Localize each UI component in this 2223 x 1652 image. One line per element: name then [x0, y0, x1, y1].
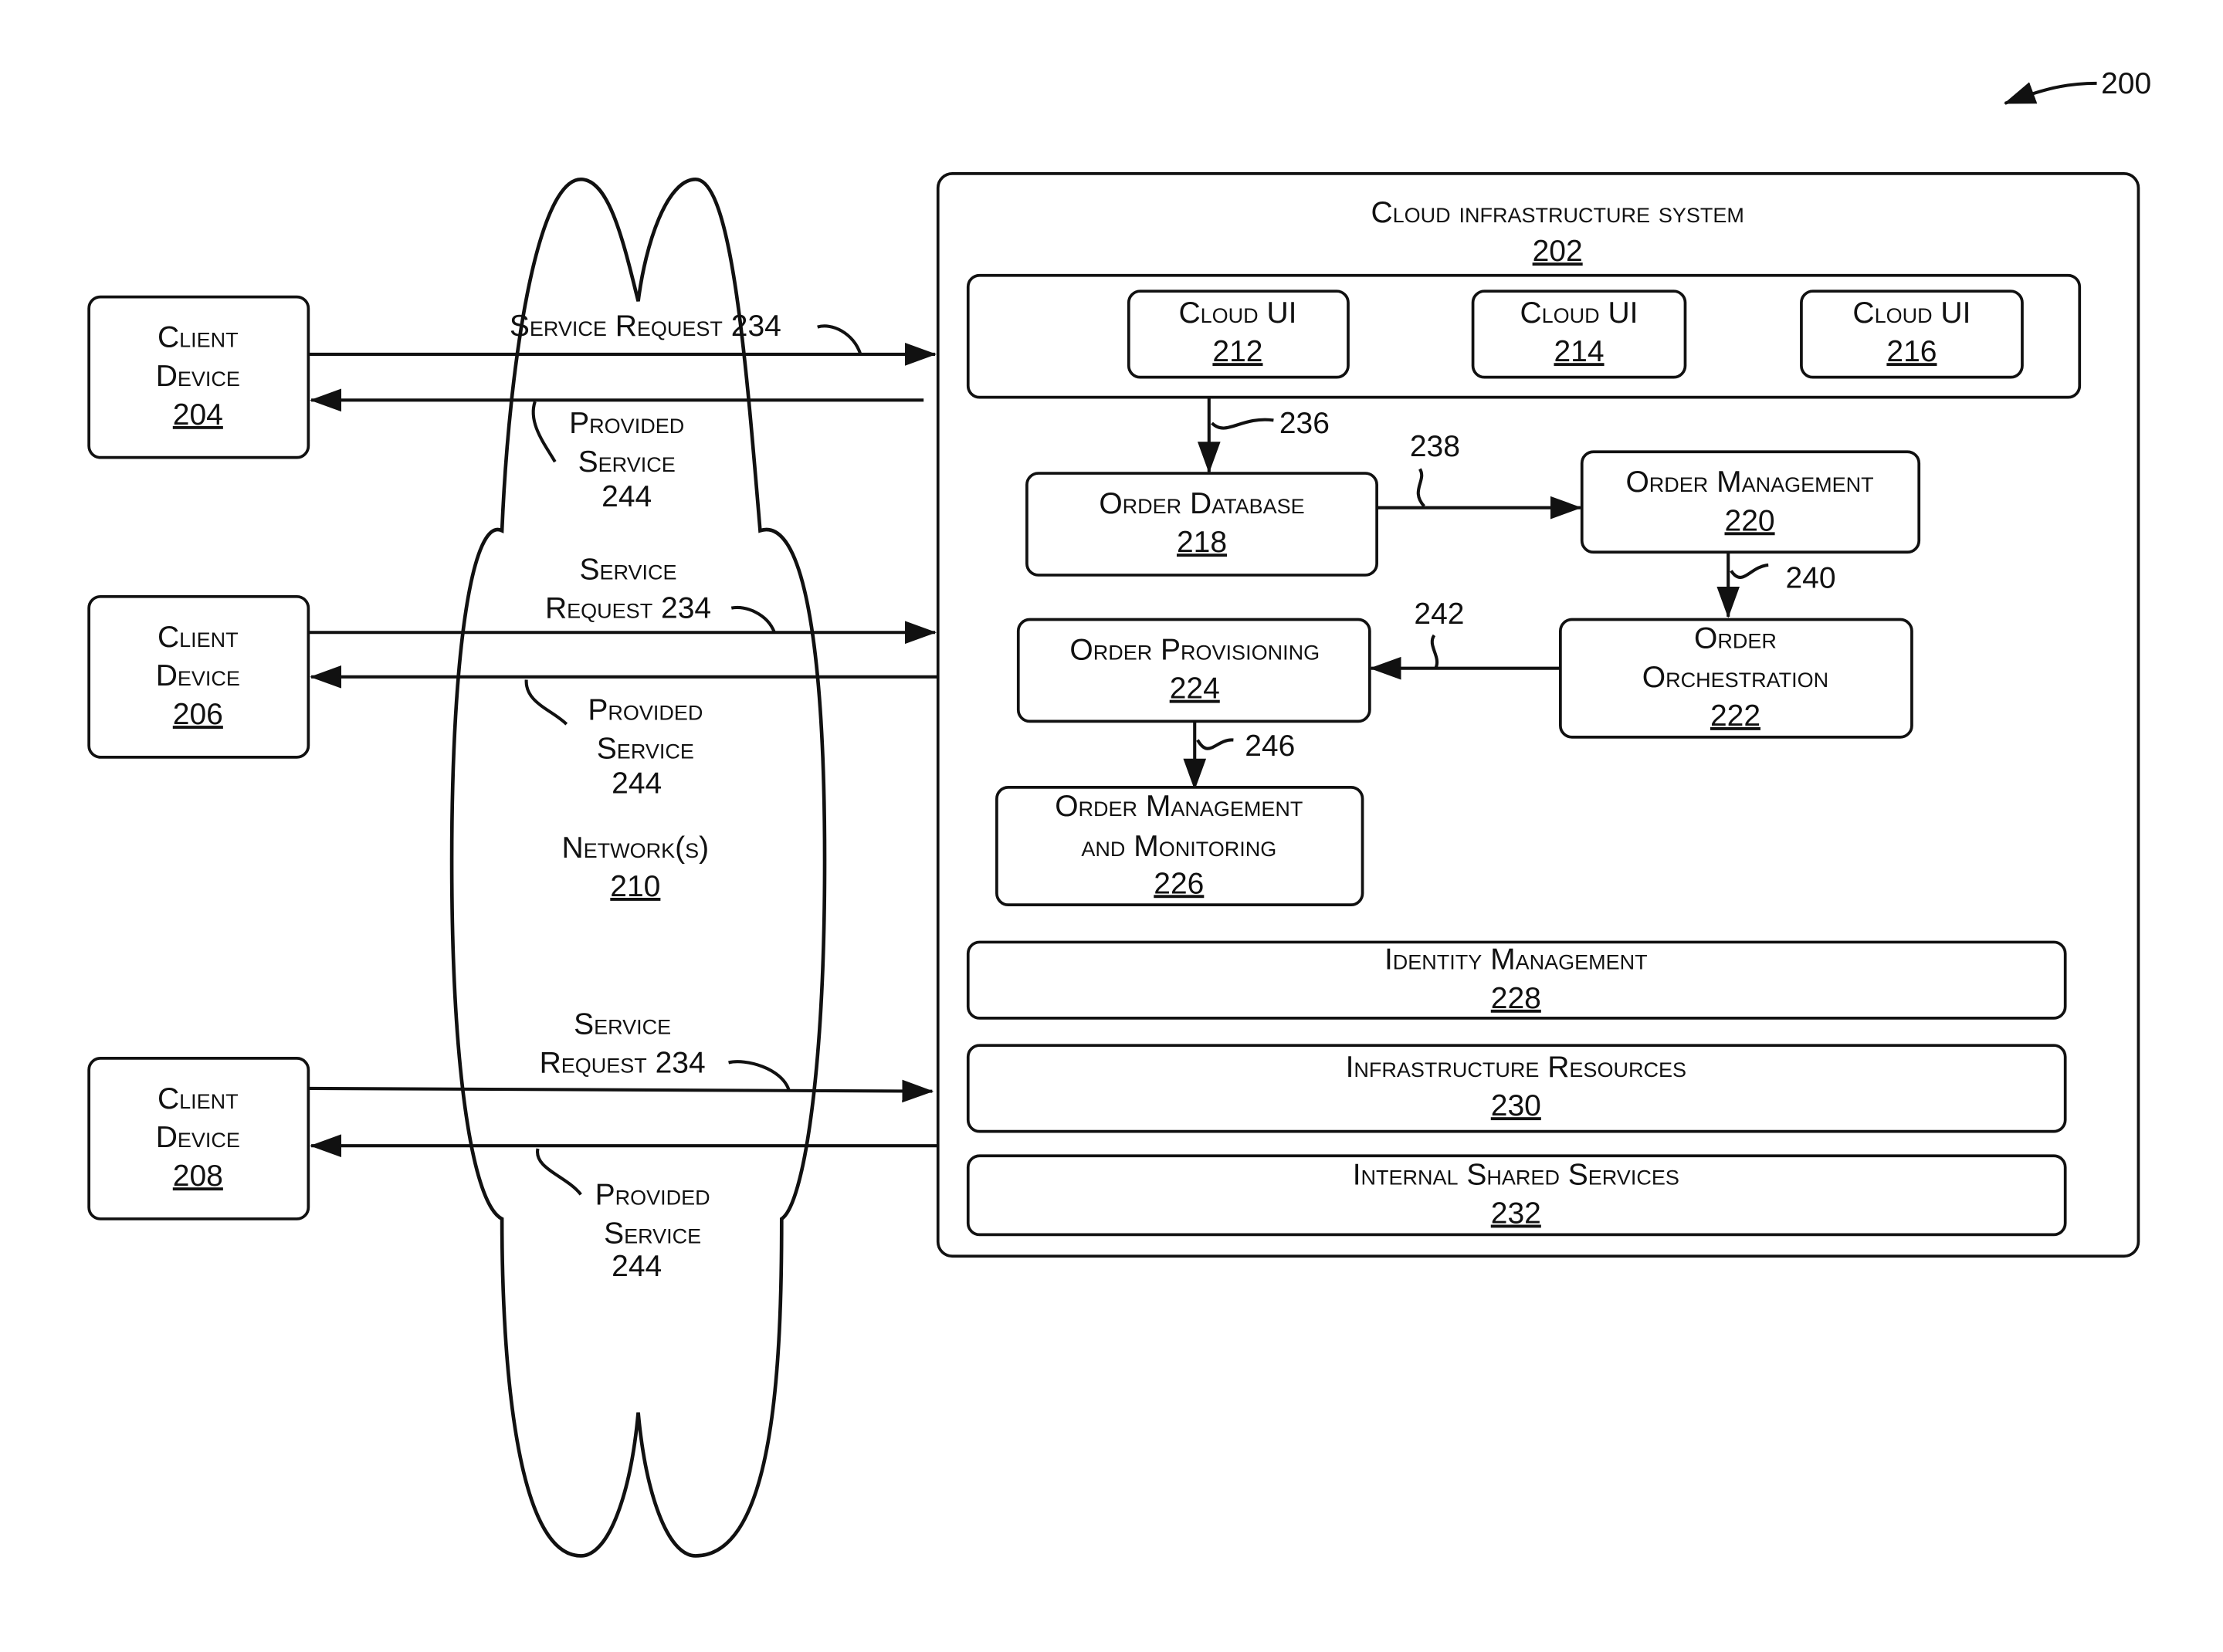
network-cloud: Network(s) 210 [449, 177, 827, 1558]
figure-ref: 200 [2003, 67, 2151, 105]
order-database: Order Database 218 [1025, 472, 1378, 577]
label-text: Service [597, 733, 694, 766]
label-text: Order Management [1625, 465, 1873, 499]
leader-line [728, 1060, 791, 1091]
label-text: 246 [1245, 730, 1295, 763]
flow-208: Service Request 234 Provided Service 244 [308, 1007, 938, 1283]
label-text: 244 [601, 480, 652, 513]
reference-number: 222 [1710, 699, 1760, 733]
order-orchestration: Order Orchestration 222 [1559, 618, 1913, 739]
reference-number: 218 [1177, 526, 1227, 559]
reference-number: 206 [173, 698, 223, 731]
label-text: 238 [1410, 430, 1460, 463]
leader-line [730, 605, 776, 634]
label-text: Internal Shared Services [1353, 1158, 1679, 1191]
label-text: Order Database [1099, 487, 1304, 520]
reference-number: 228 [1491, 982, 1541, 1015]
client-device-204: Client Device 204 [87, 295, 310, 459]
label-text: Client [158, 621, 239, 654]
label-text: Client [158, 321, 239, 354]
label-text: Service Request 234 [510, 310, 781, 343]
reference-number: 204 [173, 398, 223, 432]
label-text: Service [578, 445, 676, 479]
label-text: Device [156, 1121, 240, 1154]
label-text: Infrastructure Resources [1346, 1051, 1686, 1084]
label-text: Orchestration [1642, 661, 1828, 694]
leader-line [536, 1148, 582, 1196]
order-provisioning: Order Provisioning 224 [1016, 618, 1371, 723]
leader-line [817, 324, 862, 355]
label-text: Cloud UI [1852, 296, 1971, 330]
internal-shared-services: Internal Shared Services 232 [966, 1154, 2067, 1237]
label-text: Request 234 [540, 1046, 706, 1079]
label-text: Order [1694, 622, 1777, 655]
label-text: Service [574, 1007, 671, 1041]
order-management: Order Management 220 [1580, 450, 1921, 554]
label-text: Provided [595, 1178, 710, 1211]
client-device-206: Client Device 206 [87, 594, 310, 759]
label-text: Order Management [1055, 790, 1303, 823]
label-text: 244 [612, 767, 662, 800]
label-text: 236 [1279, 407, 1330, 440]
cloud-ui-214: Cloud UI 214 [1471, 289, 1687, 379]
network-label: Network(s) [562, 831, 710, 865]
identity-management: Identity Management 228 [966, 940, 2067, 1020]
label-text: Client [158, 1082, 239, 1115]
flow-204: Service Request 234 Provided Service 244 [308, 310, 937, 513]
reference-number: 202 [1533, 235, 1583, 268]
leader-line [524, 679, 568, 726]
flow-206: Service Request 234 Provided Service 244 [308, 553, 938, 800]
label-text: 240 [1785, 562, 1835, 595]
reference-number: 224 [1170, 672, 1220, 706]
reference-number: 216 [1886, 335, 1937, 368]
cloud-ui-216: Cloud UI 216 [1800, 289, 2024, 379]
reference-number: 230 [1491, 1089, 1541, 1122]
reference-number: 212 [1212, 335, 1262, 368]
client-device-208: Client Device 208 [87, 1057, 310, 1220]
reference-number: 208 [173, 1159, 223, 1193]
label-text: 242 [1414, 597, 1464, 631]
label-text: 244 [612, 1250, 662, 1283]
label-text: Service [580, 553, 677, 587]
label-text: and Monitoring [1081, 830, 1276, 863]
label-text: Cloud UI [1178, 296, 1296, 330]
figure-ref-arrow [2003, 81, 2097, 105]
label-text: Provided [588, 694, 703, 727]
leader-line [531, 401, 557, 463]
label-text: Provided [569, 407, 684, 440]
label-text: Order Provisioning [1069, 634, 1320, 667]
label-text: Service [604, 1217, 701, 1251]
diagram-canvas: 200 Network(s) 210 Client Device 204 Cli… [87, 67, 2151, 1558]
infrastructure-resources: Infrastructure Resources 230 [966, 1044, 2067, 1133]
service-request-arrow [308, 1079, 934, 1103]
cloud-ui-212: Cloud UI 212 [1127, 289, 1350, 379]
order-management-monitoring: Order Management and Monitoring 226 [995, 785, 1364, 907]
label-text: Identity Management [1384, 943, 1648, 977]
system-title: Cloud infrastructure system [1371, 196, 1743, 229]
label-text: Device [156, 360, 240, 393]
cloud-infrastructure-system: Cloud infrastructure system 202 Cloud UI… [936, 172, 2140, 1258]
reference-number: 220 [1725, 504, 1775, 537]
label-text: Device [156, 659, 240, 692]
label-text: 200 [2101, 67, 2151, 100]
label-text: Cloud UI [1520, 296, 1638, 330]
reference-number: 232 [1491, 1197, 1541, 1231]
network-num: 210 [610, 870, 660, 903]
reference-number: 214 [1554, 335, 1604, 368]
reference-number: 226 [1154, 867, 1204, 900]
label-text: Request 234 [545, 592, 711, 625]
